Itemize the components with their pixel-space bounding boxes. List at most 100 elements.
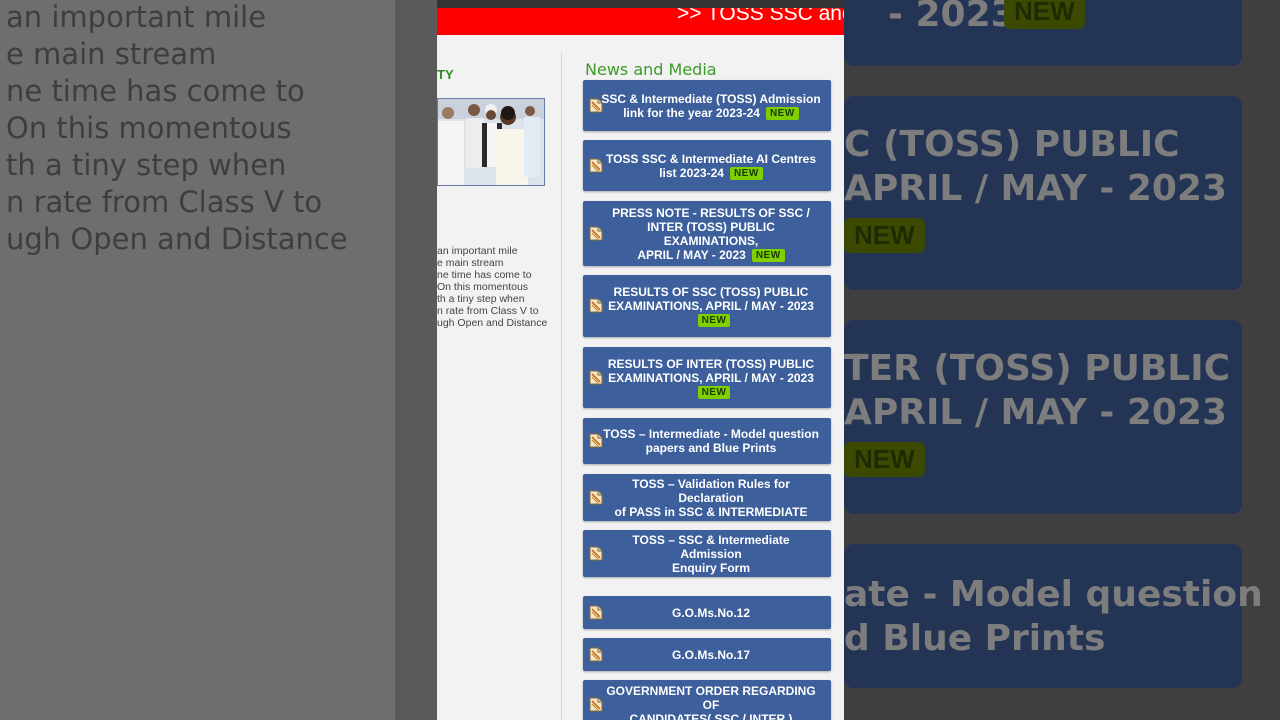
- bg-left-line: ugh Open and Distance: [6, 222, 348, 256]
- group-photo: [437, 98, 545, 186]
- new-badge: NEW: [697, 314, 731, 327]
- group-photo-image: [438, 99, 544, 185]
- news-item-line: INTER (TOSS) PUBLIC EXAMINATIONS,: [647, 219, 775, 248]
- top-bar: [437, 0, 844, 8]
- news-item[interactable]: TOSS – Validation Rules for Declaration o…: [583, 474, 831, 521]
- bg-card-text: APRIL / MAY - 2023: [844, 392, 1228, 433]
- background-right-blur: - 2023 NEW C (TOSS) PUBLIC APRIL / MAY -…: [844, 0, 1280, 720]
- document-icon: [589, 158, 603, 173]
- news-item-line: GOVERNMENT ORDER REGARDING OF: [606, 684, 816, 712]
- document-icon: [589, 647, 603, 662]
- news-item-last-line: link for the year 2023-24 NEW: [601, 106, 820, 120]
- news-item-text: TOSS – Intermediate - Model question pape…: [603, 427, 819, 455]
- bg-card: ate - Model question d Blue Prints: [844, 544, 1263, 688]
- news-item[interactable]: TOSS – Intermediate - Model question pape…: [583, 418, 831, 464]
- news-item[interactable]: GOVERNMENT ORDER REGARDING OF CANDIDATES(…: [583, 680, 831, 720]
- new-badge: NEW: [729, 166, 763, 180]
- background-left-panel: [0, 0, 395, 720]
- bg-left-line: e main stream: [6, 37, 217, 71]
- bg-card-text: - 2023: [888, 0, 1016, 35]
- bg-new-badge: NEW: [844, 442, 925, 477]
- news-item[interactable]: G.O.Ms.No.12: [583, 596, 831, 629]
- news-section-title: News and Media: [585, 60, 717, 79]
- bg-new-badge: NEW: [1004, 0, 1085, 29]
- news-item[interactable]: PRESS NOTE - RESULTS OF SSC / INTER (TOSS…: [583, 201, 831, 266]
- about-line: On this momentous: [437, 281, 529, 293]
- bg-card: TER (TOSS) PUBLIC APRIL / MAY - 2023 NEW: [844, 320, 1242, 514]
- news-item-line: TOSS – SSC & Intermediate Admission: [632, 532, 790, 561]
- news-item[interactable]: SSC & Intermediate (TOSS) Admission link …: [583, 80, 831, 131]
- document-icon: [589, 370, 603, 385]
- news-item[interactable]: RESULTS OF INTER (TOSS) PUBLIC EXAMINATIO…: [583, 347, 831, 408]
- document-icon: [589, 298, 603, 313]
- column-divider: [561, 52, 562, 720]
- about-line: ne time has come to: [437, 269, 532, 281]
- news-item-text: TOSS – SSC & Intermediate Admission Enqui…: [601, 533, 821, 575]
- news-item-text: TOSS – Validation Rules for Declaration o…: [601, 477, 821, 519]
- news-item-line: RESULTS OF INTER (TOSS) PUBLIC: [607, 356, 815, 371]
- document-icon: [589, 546, 603, 561]
- about-line: ugh Open and Distance: [437, 317, 548, 329]
- news-item-last-line: EXAMINATIONS, APRIL / MAY - 2023NEW: [601, 299, 821, 327]
- bg-card: - 2023 NEW: [844, 0, 1242, 66]
- bg-card-text: ate - Model question: [844, 574, 1263, 615]
- news-item[interactable]: G.O.Ms.No.17: [583, 638, 831, 671]
- news-item-line: papers and Blue Prints: [645, 441, 777, 455]
- about-line: th a tiny step when: [437, 293, 525, 305]
- bg-left-line: an important mile: [6, 0, 267, 34]
- new-badge: NEW: [751, 248, 785, 262]
- news-item-line: TOSS – Intermediate - Model question: [603, 427, 819, 441]
- bg-left-line: n rate from Class V to: [6, 185, 323, 219]
- news-item-last-line: list 2023-24 NEW: [606, 166, 816, 180]
- news-item-last-line: EXAMINATIONS, APRIL / MAY - 2023NEW: [601, 371, 821, 399]
- about-line: e main stream: [437, 257, 504, 269]
- left-heading: TY: [437, 67, 454, 82]
- document-icon: [589, 433, 603, 448]
- about-text: an important mile e main stream ne time …: [437, 245, 560, 329]
- marquee-text: >> TOSS SSC and: [677, 8, 844, 25]
- bg-new-badge: NEW: [844, 218, 925, 253]
- news-item-last-line: APRIL / MAY - 2023 NEW: [601, 248, 821, 262]
- news-item[interactable]: RESULTS OF SSC (TOSS) PUBLIC EXAMINATIONS…: [583, 275, 831, 337]
- news-item-text: RESULTS OF SSC (TOSS) PUBLIC EXAMINATIONS…: [601, 285, 821, 327]
- bg-card-text: TER (TOSS) PUBLIC: [844, 348, 1231, 389]
- bg-left-line: ne time has come to: [6, 74, 305, 108]
- news-item[interactable]: TOSS SSC & Intermediate AI Centres list 2…: [583, 140, 831, 191]
- left-column: TY an important mile e main stream ne ti…: [437, 35, 560, 720]
- news-item-line: APRIL / MAY - 2023: [637, 247, 746, 262]
- document-icon: [589, 605, 603, 620]
- about-line: an important mile: [437, 245, 518, 257]
- news-item-line: G.O.Ms.No.17: [671, 647, 751, 662]
- news-item-text: G.O.Ms.No.17: [672, 648, 750, 662]
- news-item-text: RESULTS OF INTER (TOSS) PUBLIC EXAMINATIO…: [601, 357, 821, 399]
- news-item-text: G.O.Ms.No.12: [672, 606, 750, 620]
- announcement-marquee[interactable]: >> TOSS SSC and: [437, 8, 844, 35]
- document-icon: [589, 98, 603, 113]
- news-item-line: PRESS NOTE - RESULTS OF SSC /: [612, 205, 810, 220]
- background-left-blur: an important mile e main stream ne time …: [0, 0, 395, 720]
- background-left-edge: [395, 0, 437, 720]
- document-icon: [589, 697, 603, 712]
- document-icon: [589, 226, 603, 241]
- news-item[interactable]: TOSS – SSC & Intermediate Admission Enqui…: [583, 530, 831, 577]
- news-item-line: link for the year 2023-24: [623, 105, 760, 120]
- bg-card: C (TOSS) PUBLIC APRIL / MAY - 2023 NEW: [844, 96, 1242, 290]
- news-item-text: GOVERNMENT ORDER REGARDING OF CANDIDATES(…: [601, 684, 821, 720]
- document-icon: [589, 490, 603, 505]
- news-item-line: SSC & Intermediate (TOSS) Admission: [601, 91, 821, 106]
- bg-left-line: th a tiny step when: [6, 148, 287, 182]
- news-item-line: EXAMINATIONS, APRIL / MAY - 2023: [608, 370, 814, 385]
- phone-screen: >> TOSS SSC and TY an important mile e m…: [437, 0, 844, 720]
- news-item-line: CANDIDATES( SSC / INTER ): [629, 712, 793, 720]
- bg-card-text: C (TOSS) PUBLIC: [844, 124, 1180, 165]
- news-item-line: of PASS in SSC & INTERMEDIATE: [614, 504, 808, 519]
- new-badge: NEW: [765, 106, 799, 120]
- news-item-line: TOSS SSC & Intermediate AI Centres: [605, 151, 817, 166]
- news-item-line: G.O.Ms.No.12: [671, 605, 751, 620]
- about-line: n rate from Class V to: [437, 305, 539, 317]
- news-item-line: list 2023-24: [659, 165, 724, 180]
- new-badge: NEW: [697, 385, 731, 399]
- bg-left-line: On this momentous: [6, 111, 292, 145]
- bg-card-text: APRIL / MAY - 2023: [844, 168, 1228, 209]
- news-item-text: PRESS NOTE - RESULTS OF SSC / INTER (TOSS…: [601, 206, 821, 262]
